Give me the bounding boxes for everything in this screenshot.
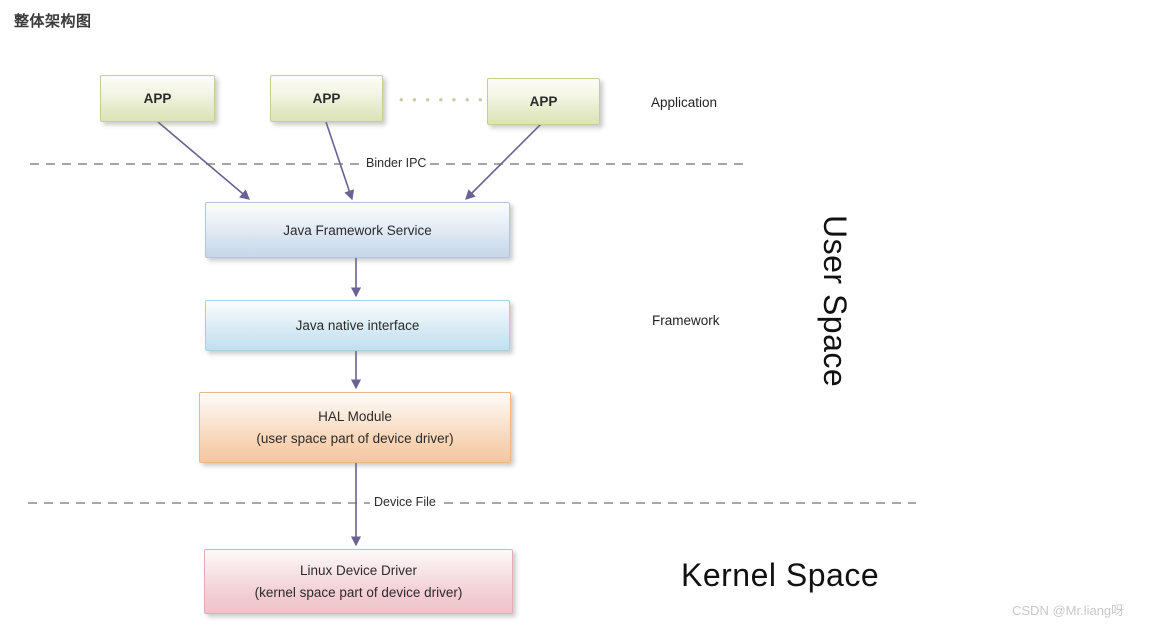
node-linux-device-driver[interactable]: Linux Device Driver (kernel space part o… <box>204 549 513 614</box>
region-label-kernel-space: Kernel Space <box>681 557 880 593</box>
arrow-app2-to-framework-service <box>325 121 355 201</box>
node-java-framework-service[interactable]: Java Framework Service <box>205 202 510 258</box>
boundary-label-binder-ipc: Binder IPC <box>362 156 431 170</box>
node-linux-device-driver-subtitle: (kernel space part of device driver) <box>254 584 463 600</box>
node-app-2-label: APP <box>312 91 341 106</box>
app-ellipsis: • • • • • • • • <box>399 92 499 107</box>
node-hal-module[interactable]: HAL Module (user space part of device dr… <box>199 392 511 463</box>
node-linux-device-driver-title: Linux Device Driver <box>299 562 418 578</box>
boundary-label-device-file: Device File <box>370 495 440 509</box>
node-java-native-interface[interactable]: Java native interface <box>205 300 510 351</box>
node-app-3[interactable]: APP <box>487 78 600 125</box>
node-java-native-interface-label: Java native interface <box>295 318 420 333</box>
arrow-app3-to-framework-service <box>465 121 544 200</box>
diagram-canvas: 整体架构图 APP APP • • • • • • • • APP Applic… <box>0 0 1169 626</box>
node-app-2[interactable]: APP <box>270 75 383 122</box>
csdn-watermark: CSDN @Mr.liang呀 <box>1012 603 1125 618</box>
layer-label-framework: Framework <box>652 313 720 328</box>
node-hal-module-title: HAL Module <box>318 408 392 424</box>
node-java-framework-service-label: Java Framework Service <box>283 222 432 238</box>
arrow-app1-to-framework-service <box>157 121 250 200</box>
page-title: 整体架构图 <box>14 13 92 30</box>
node-app-3-label: APP <box>529 94 558 109</box>
layer-label-application: Application <box>651 95 718 110</box>
node-app-1[interactable]: APP <box>100 75 215 122</box>
node-hal-module-subtitle: (user space part of device driver) <box>256 430 454 446</box>
node-app-1-label: APP <box>143 91 172 106</box>
region-label-user-space: User Space <box>817 215 853 388</box>
